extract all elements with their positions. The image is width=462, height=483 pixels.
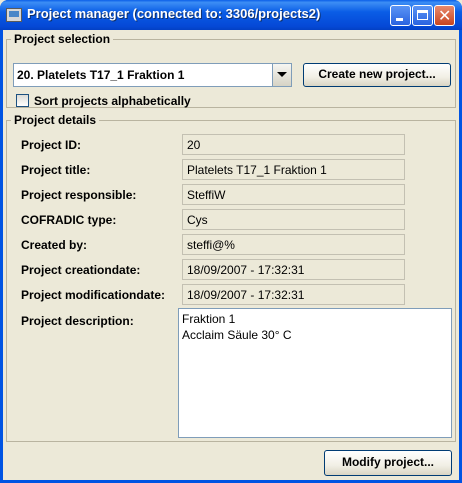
- project-selection-group: Project selection 20. Platelets T17_1 Fr…: [6, 32, 456, 108]
- project-description-textarea[interactable]: Fraktion 1 Acclaim Säule 30° C: [178, 308, 452, 438]
- project-select-dropdown[interactable]: 20. Platelets T17_1 Fraktion 1: [13, 63, 292, 87]
- window-title: Project manager (connected to: 3306/proj…: [27, 6, 321, 21]
- chevron-down-icon[interactable]: [272, 64, 291, 86]
- selected-project-value: 20. Platelets T17_1 Fraktion 1: [17, 68, 185, 82]
- cofradic-type-label: COFRADIC type:: [21, 213, 117, 227]
- sort-alphabetically-checkbox[interactable]: [16, 94, 29, 107]
- create-new-project-label: Create new project...: [318, 67, 436, 81]
- project-selection-title: Project selection: [11, 32, 114, 46]
- description-line: Fraktion 1: [182, 312, 236, 326]
- modification-date-label: Project modificationdate:: [21, 288, 166, 302]
- minimize-button[interactable]: [390, 5, 411, 26]
- minimize-icon: [396, 18, 403, 21]
- project-details-title: Project details: [11, 113, 100, 127]
- created-by-field: steffi@%: [182, 234, 405, 255]
- project-title-label: Project title:: [21, 163, 91, 177]
- created-by-label: Created by:: [21, 238, 88, 252]
- project-id-field: 20: [182, 134, 405, 155]
- creation-date-label: Project creationdate:: [21, 263, 141, 277]
- project-title-field: Platelets T17_1 Fraktion 1: [182, 159, 405, 180]
- sort-alphabetically-label: Sort projects alphabetically: [34, 94, 191, 108]
- project-description-label: Project description:: [21, 314, 134, 328]
- maximize-icon: [417, 10, 428, 20]
- project-manager-window: Project manager (connected to: 3306/proj…: [0, 0, 462, 483]
- project-responsible-field: SteffiW: [182, 184, 405, 205]
- modify-project-label: Modify project...: [341, 455, 434, 469]
- modification-date-field: 18/09/2007 - 17:32:31: [182, 284, 405, 305]
- window-content: Project selection 20. Platelets T17_1 Fr…: [3, 30, 459, 480]
- title-bar[interactable]: Project manager (connected to: 3306/proj…: [0, 0, 462, 30]
- maximize-button[interactable]: [412, 5, 433, 26]
- create-new-project-button[interactable]: Create new project...: [303, 63, 451, 87]
- close-button[interactable]: ✕: [434, 5, 455, 26]
- close-icon: ✕: [438, 6, 452, 25]
- window-app-icon: [6, 8, 22, 22]
- cofradic-type-field: Cys: [182, 209, 405, 230]
- project-id-label: Project ID:: [21, 138, 82, 152]
- creation-date-field: 18/09/2007 - 17:32:31: [182, 259, 405, 280]
- modify-project-button[interactable]: Modify project...: [324, 450, 452, 476]
- description-line: Acclaim Säule 30° C: [182, 328, 292, 342]
- project-responsible-label: Project responsible:: [21, 188, 137, 202]
